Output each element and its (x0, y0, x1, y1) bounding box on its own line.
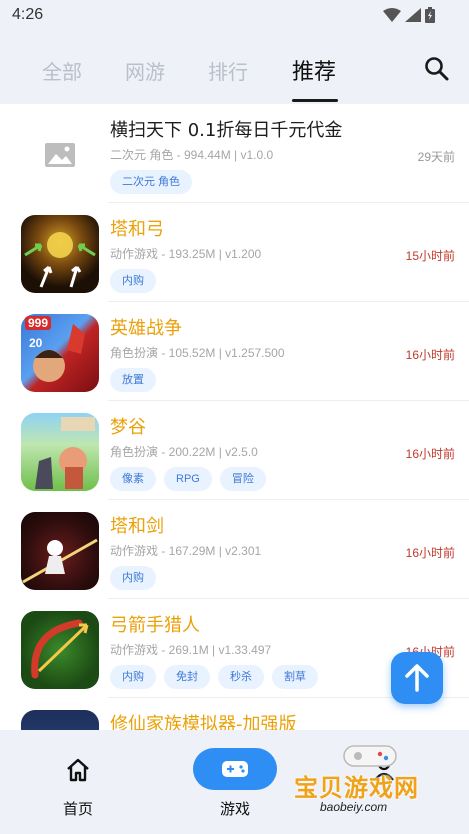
nav-home-label: 首页 (62, 800, 93, 818)
status-icons (383, 7, 435, 23)
status-bar: 4:26 (0, 0, 469, 32)
game-title: 横扫天下 0.1折每日千元代金 (110, 120, 343, 141)
search-button[interactable] (423, 55, 451, 83)
home-icon (67, 758, 89, 782)
bow-art-icon (31, 619, 89, 679)
arrow-up-icon (405, 664, 429, 692)
scroll-to-top-button[interactable] (391, 652, 443, 704)
game-meta: 动作游戏 - 167.29M | v2.301 (110, 544, 262, 558)
tag[interactable]: 内购 (110, 665, 156, 689)
nav-home[interactable]: 首页 (38, 754, 118, 822)
game-list: 横扫天下 0.1折每日千元代金 二次元 角色 - 994.44M | v1.0.… (0, 104, 469, 730)
list-item[interactable]: 塔和弓 动作游戏 - 193.25M | v1.200 15小时前 内购 (0, 203, 469, 302)
tag[interactable]: 割草 (272, 665, 318, 689)
level-badge: 999 (25, 316, 52, 330)
image-placeholder-icon (45, 143, 75, 167)
list-item[interactable]: 999 20 英雄战争 角色扮演 - 105.52M | v1.257.500 … (0, 302, 469, 401)
tab-recommend[interactable]: 推荐 (292, 54, 336, 86)
game-title: 塔和剑 (110, 516, 164, 537)
game-title: 弓箭手猎人 (110, 615, 200, 636)
game-meta: 动作游戏 - 193.25M | v1.200 (110, 247, 262, 261)
tag[interactable]: 放置 (110, 368, 156, 392)
tag-list: 二次元 角色 (110, 170, 193, 194)
game-title: 梦谷 (110, 417, 146, 438)
tag-list: 像素 RPG 冒险 (110, 467, 266, 491)
tag[interactable]: RPG (164, 467, 212, 491)
controller-logo-icon (343, 745, 397, 767)
tag-list: 内购 免封 秒杀 割草 (110, 665, 318, 689)
tab-ranking[interactable]: 排行 (208, 56, 248, 85)
game-meta: 角色扮演 - 105.52M | v1.257.500 (110, 346, 285, 360)
app-icon-tower-bow (21, 215, 99, 293)
app-icon-dream-valley (21, 413, 99, 491)
app-icon-cultivation-family (21, 710, 99, 730)
tag[interactable]: 免封 (164, 665, 210, 689)
tag[interactable]: 内购 (110, 269, 156, 293)
gamepad-icon (222, 761, 248, 777)
battery-icon (425, 7, 435, 23)
update-time: 16小时前 (405, 447, 455, 461)
nav-game-pill (193, 748, 277, 790)
tag-list: 内购 (110, 566, 156, 590)
tag[interactable]: 像素 (110, 467, 156, 491)
wifi-icon (383, 8, 401, 22)
active-tab-indicator (292, 99, 338, 102)
update-time: 16小时前 (405, 546, 455, 560)
tag[interactable]: 二次元 角色 (110, 170, 193, 194)
app-icon-tower-sword (21, 512, 99, 590)
game-meta: 动作游戏 - 269.1M | v1.33.497 (110, 643, 272, 657)
update-time: 15小时前 (405, 249, 455, 263)
sword-art-icon (22, 538, 98, 584)
tab-all[interactable]: 全部 (42, 56, 82, 85)
tag-list: 放置 (110, 368, 156, 392)
status-time: 4:26 (12, 6, 44, 23)
site-watermark: 宝贝游戏网 baobeiy.com (290, 740, 440, 830)
game-title: 塔和弓 (110, 219, 164, 240)
update-time: 29天前 (417, 150, 455, 164)
nav-game[interactable]: 游戏 (193, 748, 277, 822)
watermark-url: baobeiy.com (320, 800, 388, 814)
tag-list: 内购 (110, 269, 156, 293)
farm-art-icon (35, 417, 95, 489)
tag[interactable]: 秒杀 (218, 665, 264, 689)
arrows-icon (24, 232, 96, 288)
list-item[interactable]: 横扫天下 0.1折每日千元代金 二次元 角色 - 994.44M | v1.0.… (0, 104, 469, 203)
watermark-text: 宝贝游戏网 (294, 774, 419, 802)
game-title: 修仙家族模拟器-加强版 (110, 714, 297, 730)
tag[interactable]: 内购 (110, 566, 156, 590)
app-icon-archer-hunter (21, 611, 99, 689)
category-tabs: 全部 网游 排行 推荐 (0, 32, 469, 104)
signal-icon (405, 8, 421, 22)
search-icon (425, 57, 449, 81)
app-icon-hero-war: 999 20 (21, 314, 99, 392)
game-meta: 角色扮演 - 200.22M | v2.5.0 (110, 445, 258, 459)
tag[interactable]: 冒险 (219, 467, 266, 491)
count-badge: 20 (29, 336, 43, 350)
game-title: 英雄战争 (110, 318, 182, 339)
list-item[interactable]: 梦谷 角色扮演 - 200.22M | v2.5.0 16小时前 像素 RPG … (0, 401, 469, 500)
game-meta: 二次元 角色 - 994.44M | v1.0.0 (110, 148, 274, 162)
tab-online[interactable]: 网游 (125, 56, 165, 85)
nav-game-label: 游戏 (219, 800, 250, 818)
update-time: 16小时前 (405, 348, 455, 362)
list-item[interactable]: 塔和剑 动作游戏 - 167.29M | v2.301 16小时前 内购 (0, 500, 469, 599)
